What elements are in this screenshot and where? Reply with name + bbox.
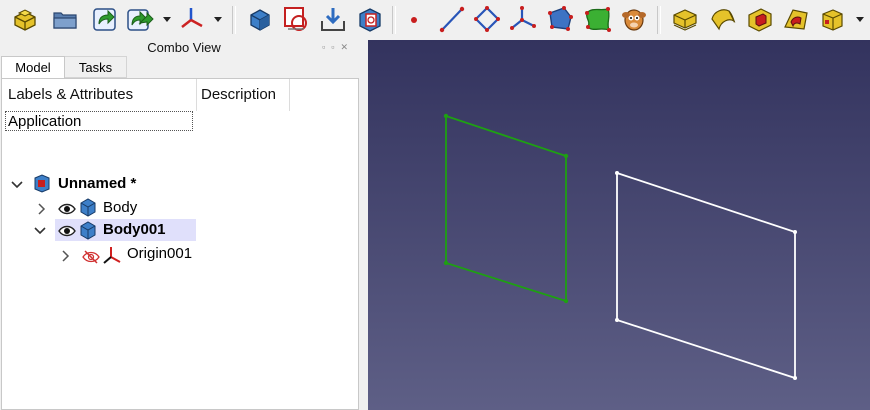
3d-viewport[interactable]	[368, 40, 870, 410]
open-folder-icon[interactable]	[50, 4, 80, 34]
line-icon[interactable]	[437, 4, 467, 34]
tree-item-body001[interactable]: Body001	[103, 219, 166, 241]
sketch-body-icon[interactable]	[245, 4, 275, 34]
toolbar-separator	[232, 6, 236, 34]
revolve-icon[interactable]	[708, 4, 738, 34]
body-icon	[80, 221, 96, 240]
panel-title: Combo View	[147, 40, 221, 55]
map-sketch-icon[interactable]	[355, 4, 385, 34]
box-icon[interactable]	[818, 4, 848, 34]
column-header-description[interactable]: Description	[198, 79, 290, 111]
export-icon[interactable]	[90, 4, 120, 34]
eye-icon[interactable]	[58, 225, 76, 237]
document-icon	[34, 174, 50, 193]
panel-window-buttons[interactable]: ▫▫✕	[322, 42, 354, 53]
chevron-down-icon[interactable]	[162, 13, 172, 25]
export-multi-icon[interactable]	[125, 4, 155, 34]
tab-model[interactable]: Model	[1, 56, 65, 79]
eye-icon[interactable]	[58, 203, 76, 215]
eye-hidden-icon[interactable]	[82, 250, 100, 264]
create-sketch-icon[interactable]	[281, 4, 311, 34]
chevron-down-icon[interactable]	[33, 225, 47, 237]
active-sketch-outline[interactable]	[443, 113, 569, 304]
tree-item-body[interactable]: Body	[103, 197, 137, 219]
toolbar-separator	[392, 6, 396, 34]
chevron-right-icon[interactable]	[60, 249, 70, 263]
combo-view-panel: Combo View ▫▫✕ Model Tasks Labels & Attr…	[0, 40, 368, 410]
column-header-labels[interactable]: Labels & Attributes	[8, 79, 197, 111]
sheep-icon[interactable]	[619, 4, 649, 34]
origin-axis-icon	[103, 247, 121, 264]
axis-icon[interactable]	[177, 4, 207, 34]
chevron-down-icon[interactable]	[213, 13, 223, 25]
face-icon[interactable]	[545, 4, 575, 34]
tree-item-document[interactable]: Unnamed *	[58, 173, 136, 195]
tab-tasks[interactable]: Tasks	[65, 56, 127, 78]
pocket-icon[interactable]	[745, 4, 775, 34]
main-toolbar	[0, 0, 870, 41]
new-part-icon[interactable]	[10, 4, 40, 34]
inactive-sketch-outline[interactable]	[615, 171, 797, 380]
body-icon	[80, 198, 96, 217]
chevron-down-icon[interactable]	[855, 13, 865, 25]
axis-lines-icon[interactable]	[508, 4, 538, 34]
viewport-canvas[interactable]	[368, 40, 870, 410]
model-tree[interactable]: Labels & Attributes Description Applicat…	[1, 78, 359, 410]
import-icon[interactable]	[318, 4, 348, 34]
point-icon[interactable]	[399, 4, 429, 34]
pad-icon[interactable]	[670, 4, 700, 34]
chevron-right-icon[interactable]	[36, 202, 46, 216]
groove-icon[interactable]	[781, 4, 811, 34]
surface-icon[interactable]	[583, 4, 613, 34]
chevron-down-icon[interactable]	[10, 179, 24, 191]
panel-splitter[interactable]	[359, 40, 368, 410]
polygon-icon[interactable]	[472, 4, 502, 34]
toolbar-separator	[657, 6, 661, 34]
tree-item-origin001[interactable]: Origin001	[127, 243, 192, 265]
tree-root-application[interactable]: Application	[5, 111, 193, 131]
